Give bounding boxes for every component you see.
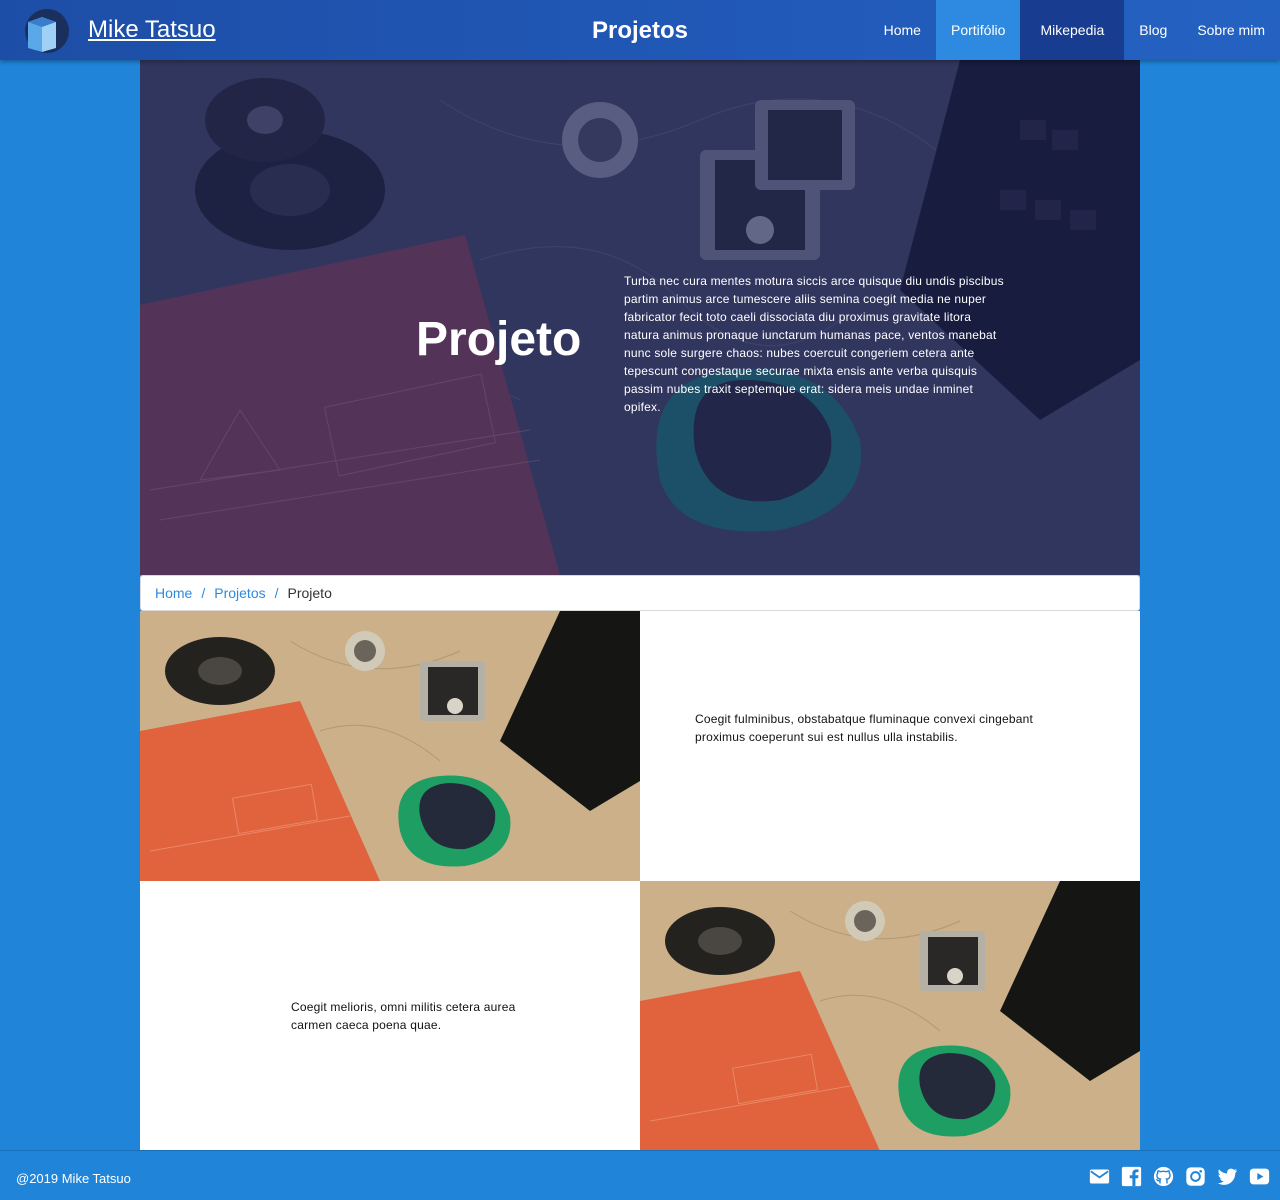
mail-icon[interactable] <box>1089 1166 1110 1187</box>
breadcrumb-home[interactable]: Home <box>155 585 192 601</box>
instagram-icon[interactable] <box>1185 1166 1206 1187</box>
project-photo-1-image <box>140 611 640 881</box>
project-photo-2-image <box>640 881 1140 1151</box>
youtube-icon[interactable] <box>1249 1166 1270 1187</box>
hero-banner: Projeto Turba nec cura mentes motura sic… <box>140 60 1140 575</box>
nav-item-blog[interactable]: Blog <box>1124 0 1182 60</box>
page-footer: @2019 Mike Tatsuo <box>0 1150 1280 1200</box>
copyright-text: @2019 Mike Tatsuo <box>16 1171 131 1186</box>
project-photo-2 <box>640 881 1140 1151</box>
project-text-cell-1: Coegit fulminibus, obstabatque fluminaqu… <box>640 611 1140 881</box>
social-links <box>1089 1166 1270 1187</box>
hero-title: Projeto <box>416 313 582 366</box>
content-row-2: Coegit melioris, omni militis cetera aur… <box>140 881 1140 1151</box>
main-nav: Home Portifólio Mikepedia Blog Sobre mim <box>869 0 1280 60</box>
brand-link[interactable]: Mike Tatsuo <box>88 16 216 44</box>
nav-item-about[interactable]: Sobre mim <box>1182 0 1280 60</box>
page-title: Projetos <box>591 17 689 44</box>
breadcrumb-separator: / <box>274 585 279 601</box>
nav-item-home[interactable]: Home <box>869 0 936 60</box>
nav-item-mikepedia[interactable]: Mikepedia <box>1020 0 1125 60</box>
section-text-1: Coegit fulminibus, obstabatque fluminaqu… <box>695 712 1034 744</box>
github-icon[interactable] <box>1153 1166 1174 1187</box>
logo-icon[interactable] <box>24 8 70 54</box>
nav-item-portfolio[interactable]: Portifólio <box>935 0 1021 60</box>
project-photo-1 <box>140 611 640 881</box>
facebook-icon[interactable] <box>1121 1166 1142 1187</box>
breadcrumb-current: Projeto <box>287 585 332 601</box>
breadcrumb-separator: / <box>201 585 206 601</box>
twitter-icon[interactable] <box>1217 1166 1238 1187</box>
project-text-cell-2: Coegit melioris, omni militis cetera aur… <box>140 881 640 1151</box>
content-row-1: Coegit fulminibus, obstabatque fluminaqu… <box>140 611 1140 881</box>
section-text-2: Coegit melioris, omni militis cetera aur… <box>291 1000 516 1032</box>
breadcrumb: Home / Projetos / Projeto <box>140 575 1140 611</box>
breadcrumb-projetos[interactable]: Projetos <box>214 585 265 601</box>
hero-description: Turba nec cura mentes motura siccis arce… <box>624 274 1004 414</box>
top-header: Mike Tatsuo Projetos Home Portifólio Mik… <box>0 0 1280 60</box>
